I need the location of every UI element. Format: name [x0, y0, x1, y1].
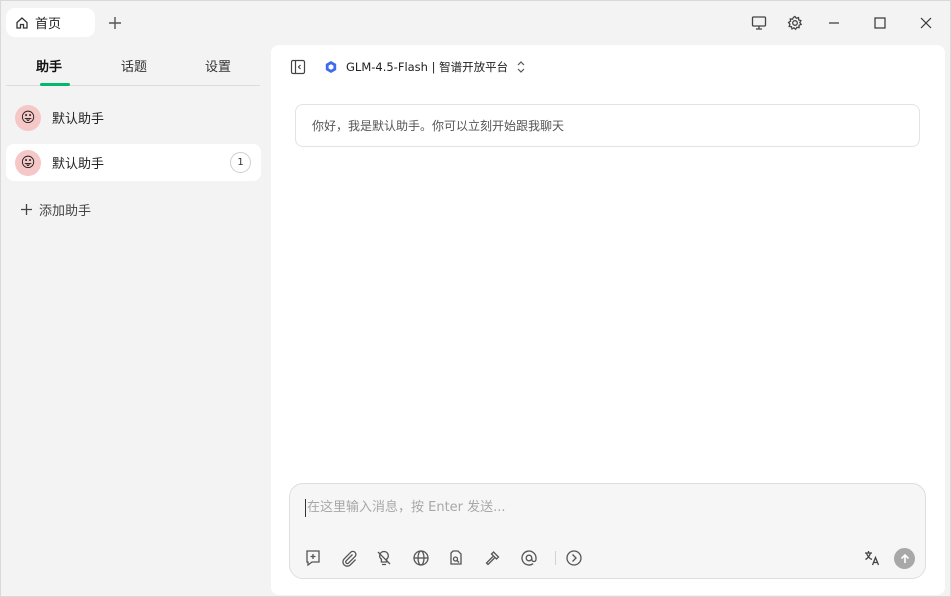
- model-label: GLM-4.5-Flash | 智谱开放平台: [346, 60, 509, 74]
- tab-topics[interactable]: 话题: [121, 56, 147, 75]
- gear-icon[interactable]: [785, 13, 805, 33]
- sidebar: 助手 话题 设置 😛 默认助手 😛 默认助手 1 添加助手: [1, 44, 269, 597]
- sidebar-toggle-icon[interactable]: [290, 59, 306, 75]
- message-composer[interactable]: 在这里输入消息，按 Enter 发送...: [289, 483, 926, 579]
- greeting-message: 你好，我是默认助手。你可以立刻开始跟我聊天: [295, 104, 920, 147]
- plus-icon: [20, 203, 33, 216]
- add-assistant-button[interactable]: 添加助手: [20, 200, 91, 219]
- tab-assistants[interactable]: 助手: [36, 56, 62, 75]
- chat-area: GLM-4.5-Flash | 智谱开放平台 你好，我是默认助手。你可以立刻开始…: [271, 45, 945, 595]
- assistant-item-selected[interactable]: 😛 默认助手 1: [6, 144, 261, 181]
- translate-icon[interactable]: [863, 549, 881, 567]
- topic-count-badge: 1: [230, 152, 251, 173]
- chat-header: GLM-4.5-Flash | 智谱开放平台: [271, 45, 945, 89]
- home-icon: [15, 16, 29, 30]
- add-assistant-label: 添加助手: [39, 204, 92, 219]
- tab-home[interactable]: 首页: [6, 8, 95, 37]
- sidebar-tabs: 助手 话题 设置: [6, 44, 260, 86]
- assistant-name: 默认助手: [52, 157, 105, 172]
- new-tab-button[interactable]: [106, 14, 124, 32]
- minimize-icon[interactable]: [824, 13, 844, 33]
- title-bar: 首页: [1, 1, 950, 44]
- message-input[interactable]: 在这里输入消息，按 Enter 发送...: [305, 499, 506, 517]
- assistant-name: 默认助手: [52, 112, 105, 127]
- mcp-tools-icon[interactable]: [484, 549, 502, 567]
- model-logo-icon: [324, 60, 338, 74]
- send-button[interactable]: [894, 548, 915, 569]
- assistant-item[interactable]: 😛 默认助手: [6, 99, 261, 136]
- thinking-off-icon[interactable]: [375, 549, 393, 567]
- expand-icon[interactable]: [565, 549, 583, 567]
- chevron-updown-icon: [516, 60, 526, 74]
- tab-settings[interactable]: 设置: [205, 56, 231, 75]
- avatar: 😛: [15, 104, 41, 131]
- model-selector[interactable]: GLM-4.5-Flash | 智谱开放平台: [324, 59, 526, 75]
- mention-icon[interactable]: [520, 549, 538, 567]
- monitor-icon[interactable]: [749, 13, 769, 33]
- avatar: 😛: [15, 149, 41, 176]
- web-search-icon[interactable]: [412, 549, 430, 567]
- tab-label: 首页: [35, 17, 62, 32]
- attachment-icon[interactable]: [340, 549, 358, 567]
- new-topic-icon[interactable]: [304, 549, 322, 567]
- knowledge-base-icon[interactable]: [447, 549, 465, 567]
- active-tab-indicator: [40, 83, 70, 86]
- toolbar-divider: [555, 551, 556, 565]
- close-icon[interactable]: [916, 13, 936, 33]
- maximize-icon[interactable]: [870, 13, 890, 33]
